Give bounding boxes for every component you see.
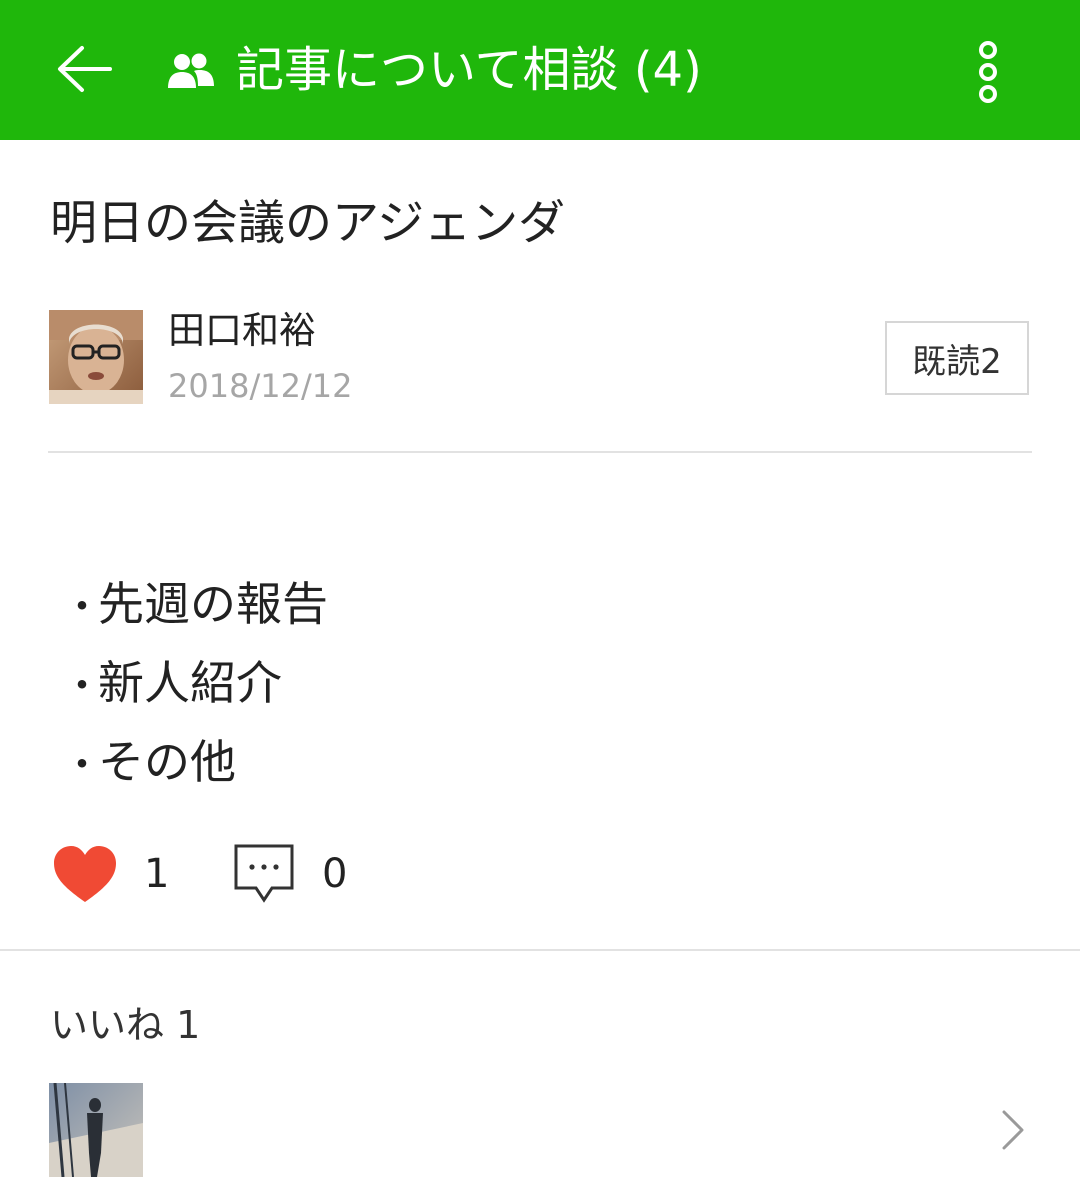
post-date: 2018/12/12 [168,367,353,405]
liker-list-item[interactable] [0,1080,1080,1180]
likes-section-label: いいね 1 [50,1003,201,1047]
list-item-text: 先週の報告 [98,577,328,631]
back-arrow-icon [58,46,112,92]
post-body: ・先週の報告 ・新人紹介 ・その他 [62,566,328,803]
comment-count: 0 [322,851,348,897]
comment-icon [234,844,294,903]
heart-icon [54,846,116,902]
list-item: ・新人紹介 [62,645,328,724]
author-avatar[interactable] [49,310,143,404]
group-icon [168,53,214,88]
bullet: ・ [62,742,102,788]
back-button[interactable] [52,36,118,102]
liker-photo [49,1083,143,1177]
comment-button[interactable]: 0 [232,842,347,906]
divider [0,949,1080,951]
bullet: ・ [62,663,102,709]
bullet: ・ [62,584,102,630]
app-header: 記事について相談 (4) [0,0,1080,140]
more-vertical-icon [979,41,997,103]
more-options-button[interactable] [968,38,1008,106]
liker-avatar [49,1083,143,1177]
chevron-right-icon [1002,1110,1024,1150]
list-item: ・その他 [62,724,328,803]
like-count: 1 [144,851,170,897]
list-item-text: その他 [98,735,236,789]
list-item-text: 新人紹介 [98,656,282,710]
author-photo [49,310,143,404]
divider [48,451,1032,453]
list-item: ・先週の報告 [62,566,328,645]
like-button[interactable]: 1 [52,842,169,906]
chat-title: 記事について相談 (4) [236,42,702,98]
post-title: 明日の会議のアジェンダ [50,196,566,251]
author-name: 田口和裕 [168,309,316,352]
read-count-button[interactable]: 既読2 [885,321,1029,395]
